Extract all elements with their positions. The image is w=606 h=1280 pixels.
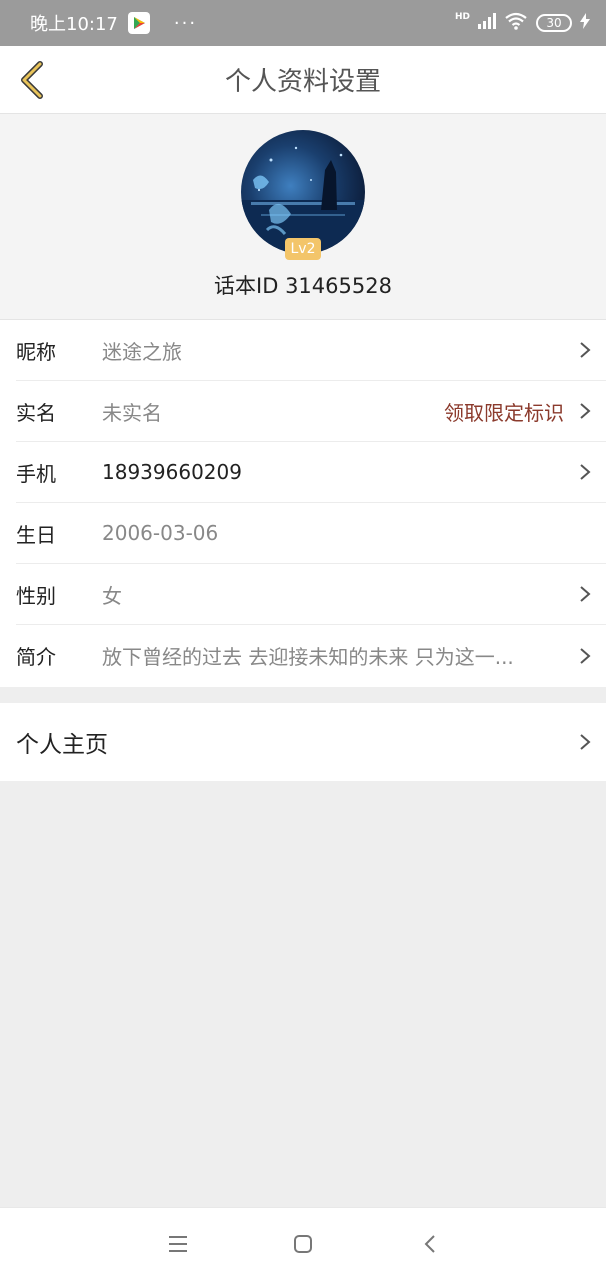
status-time: 晚上10:17 <box>30 14 118 35</box>
phone-label: 手机 <box>16 461 56 486</box>
menu-icon <box>169 1236 187 1252</box>
nickname-value: 迷途之旅 <box>102 339 182 364</box>
charging-icon <box>580 12 590 34</box>
realname-row[interactable]: 实名 未实名 领取限定标识 <box>16 381 606 442</box>
chevron-right-icon <box>580 586 591 602</box>
play-store-icon <box>127 12 150 34</box>
personal-homepage-row[interactable]: 个人主页 <box>0 703 606 781</box>
level-badge: Lv2 <box>285 238 321 260</box>
menu-button[interactable] <box>166 1232 190 1256</box>
profile-info-list: 昵称 迷途之旅 实名 未实名 领取限定标识 手机 18939660209 生日 … <box>0 320 606 687</box>
bio-label: 简介 <box>16 645 56 669</box>
chevron-right-icon <box>580 647 591 664</box>
battery-icon: 30 <box>536 14 572 32</box>
avatar[interactable] <box>241 130 365 254</box>
gender-label: 性别 <box>16 583 56 608</box>
avatar-image <box>241 146 365 254</box>
birthday-row: 生日 2006-03-06 <box>16 503 606 564</box>
wifi-icon <box>504 12 528 35</box>
back-arrow-icon <box>21 61 43 99</box>
status-left: 晚上10:17 ··· <box>30 10 197 36</box>
status-bar: 晚上10:17 ··· HD 30 <box>0 0 606 46</box>
gender-value: 女 <box>102 583 122 608</box>
back-triangle-icon <box>424 1235 435 1253</box>
birthday-value: 2006-03-06 <box>102 521 219 545</box>
bio-value: 放下曾经的过去 去迎接未知的未来 只为这一... <box>102 645 514 669</box>
personal-homepage-label: 个人主页 <box>16 732 108 758</box>
network-type-label: HD <box>454 12 470 22</box>
chevron-right-icon <box>580 342 591 358</box>
chevron-right-icon <box>580 403 591 419</box>
signal-icon <box>478 12 496 34</box>
system-back-button[interactable] <box>418 1232 442 1256</box>
profile-header: Lv2 话本ID 31465528 <box>0 114 606 320</box>
phone-value: 18939660209 <box>102 460 242 484</box>
system-nav-bar <box>0 1207 606 1280</box>
status-right: HD 30 <box>455 12 590 35</box>
home-button[interactable] <box>291 1232 315 1256</box>
status-more-dots: ··· <box>173 12 198 34</box>
chevron-right-icon <box>580 734 591 750</box>
birthday-label: 生日 <box>16 522 56 547</box>
gender-row[interactable]: 性别 女 <box>16 564 606 625</box>
realname-label: 实名 <box>16 400 56 425</box>
chevron-right-icon <box>580 464 591 480</box>
nickname-label: 昵称 <box>16 339 56 364</box>
nickname-row[interactable]: 昵称 迷途之旅 <box>16 320 606 381</box>
page-title: 个人资料设置 <box>224 67 381 97</box>
home-square-icon <box>294 1235 312 1253</box>
bio-row[interactable]: 简介 放下曾经的过去 去迎接未知的未来 只为这一... <box>16 625 606 686</box>
claim-badge-link[interactable]: 领取限定标识 <box>444 397 564 426</box>
nav-bar: 个人资料设置 <box>0 46 606 114</box>
back-button[interactable] <box>12 58 52 102</box>
user-id: 话本ID 31465528 <box>214 274 392 298</box>
phone-row[interactable]: 手机 18939660209 <box>16 442 606 503</box>
